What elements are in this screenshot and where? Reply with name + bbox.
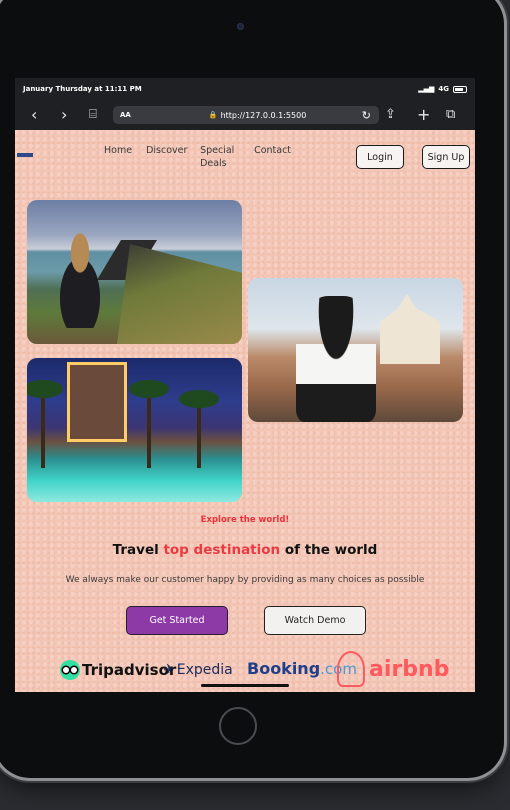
headline-prefix: Travel [112, 542, 164, 558]
status-bar: January Thursday at 11:11 PM ▂▄▆ 4G [15, 78, 475, 100]
lock-icon: 🔒 [208, 111, 218, 119]
back-icon[interactable]: ‹ [31, 106, 37, 124]
status-datetime: January Thursday at 11:11 PM [23, 85, 142, 93]
hero-headline: Travel top destination of the world [15, 542, 475, 558]
text-size-button[interactable]: AA [120, 111, 131, 119]
headline-accent: top destination [163, 542, 281, 558]
battery-icon [453, 85, 467, 93]
tablet-screen: January Thursday at 11:11 PM ▂▄▆ 4G ‹ › … [15, 78, 475, 692]
browser-toolbar: ‹ › ⌸ AA 🔒 http://127.0.0.1:5500 ↻ ⇪ + ⧉ [15, 100, 475, 130]
login-button[interactable]: Login [356, 145, 404, 169]
expedia-logo: ✈ Expedia [163, 662, 233, 678]
url-text: http://127.0.0.1:5500 [220, 110, 307, 120]
photo-cliff-coast [27, 200, 242, 344]
airbnb-belo-icon [337, 651, 365, 687]
web-page: Home Discover Special Deals Contact Logi… [15, 130, 475, 692]
signal-icon: ▂▄▆ [418, 85, 435, 93]
hero-tagline: Explore the world! [200, 515, 290, 525]
forward-icon[interactable]: › [61, 106, 67, 124]
bookmarks-icon[interactable]: ⌸ [89, 106, 97, 124]
front-camera [237, 23, 244, 30]
nav-item-contact[interactable]: Contact [254, 144, 291, 170]
share-icon[interactable]: ⇪ [385, 106, 396, 124]
headline-suffix: of the world [280, 542, 378, 558]
tripadvisor-owl-icon [60, 660, 80, 680]
site-logo[interactable] [17, 153, 33, 157]
reload-icon[interactable]: ↻ [362, 109, 371, 122]
new-tab-icon[interactable]: + [417, 106, 430, 124]
nav-item-special-deals[interactable]: Special Deals [200, 144, 240, 170]
main-nav: Home Discover Special Deals Contact [104, 144, 291, 170]
network-type: 4G [438, 85, 449, 93]
signup-button[interactable]: Sign Up [422, 145, 470, 169]
nav-item-discover[interactable]: Discover [146, 144, 187, 170]
watch-demo-button[interactable]: Watch Demo [264, 606, 366, 635]
plane-icon: ✈ [163, 662, 175, 678]
home-indicator [201, 684, 289, 687]
hero-subtitle: We always make our customer happy by pro… [65, 575, 425, 585]
address-bar[interactable]: AA 🔒 http://127.0.0.1:5500 ↻ [113, 106, 379, 124]
home-button[interactable] [219, 707, 257, 745]
photo-resort-pool [27, 358, 242, 502]
tripadvisor-logo: Tripadvisor [60, 660, 176, 680]
airbnb-logo: airbnb [337, 651, 449, 687]
get-started-button[interactable]: Get Started [126, 606, 228, 635]
photo-photographer-city [248, 278, 463, 422]
nav-item-home[interactable]: Home [104, 144, 132, 170]
tabs-icon[interactable]: ⧉ [446, 106, 455, 124]
